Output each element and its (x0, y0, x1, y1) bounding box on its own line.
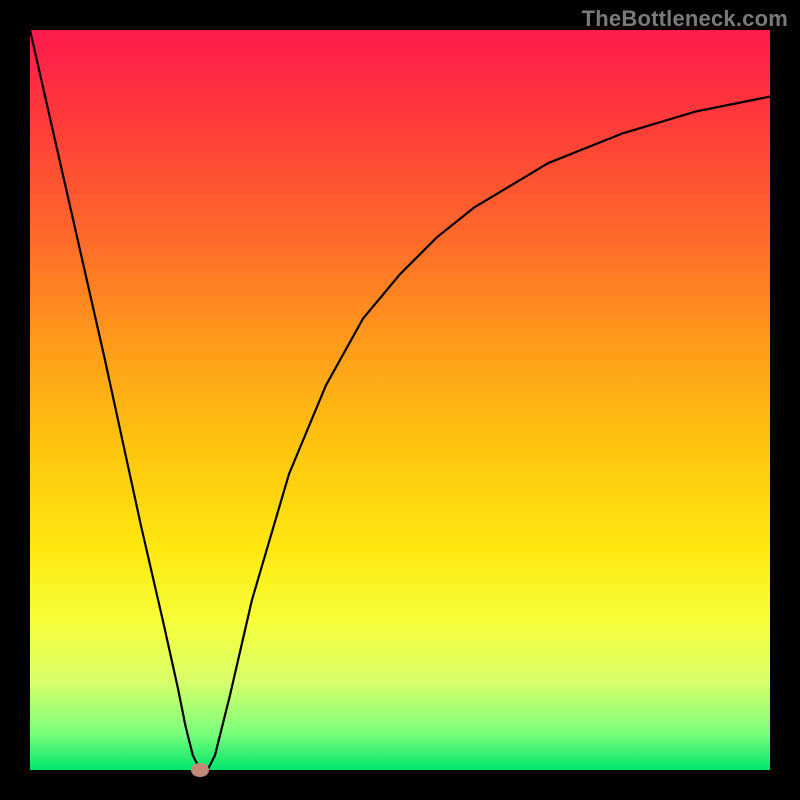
chart-frame: TheBottleneck.com (0, 0, 800, 800)
plot-area (30, 30, 770, 770)
bottleneck-curve (30, 30, 770, 770)
optimal-point-marker (191, 763, 209, 777)
watermark-text: TheBottleneck.com (582, 6, 788, 32)
